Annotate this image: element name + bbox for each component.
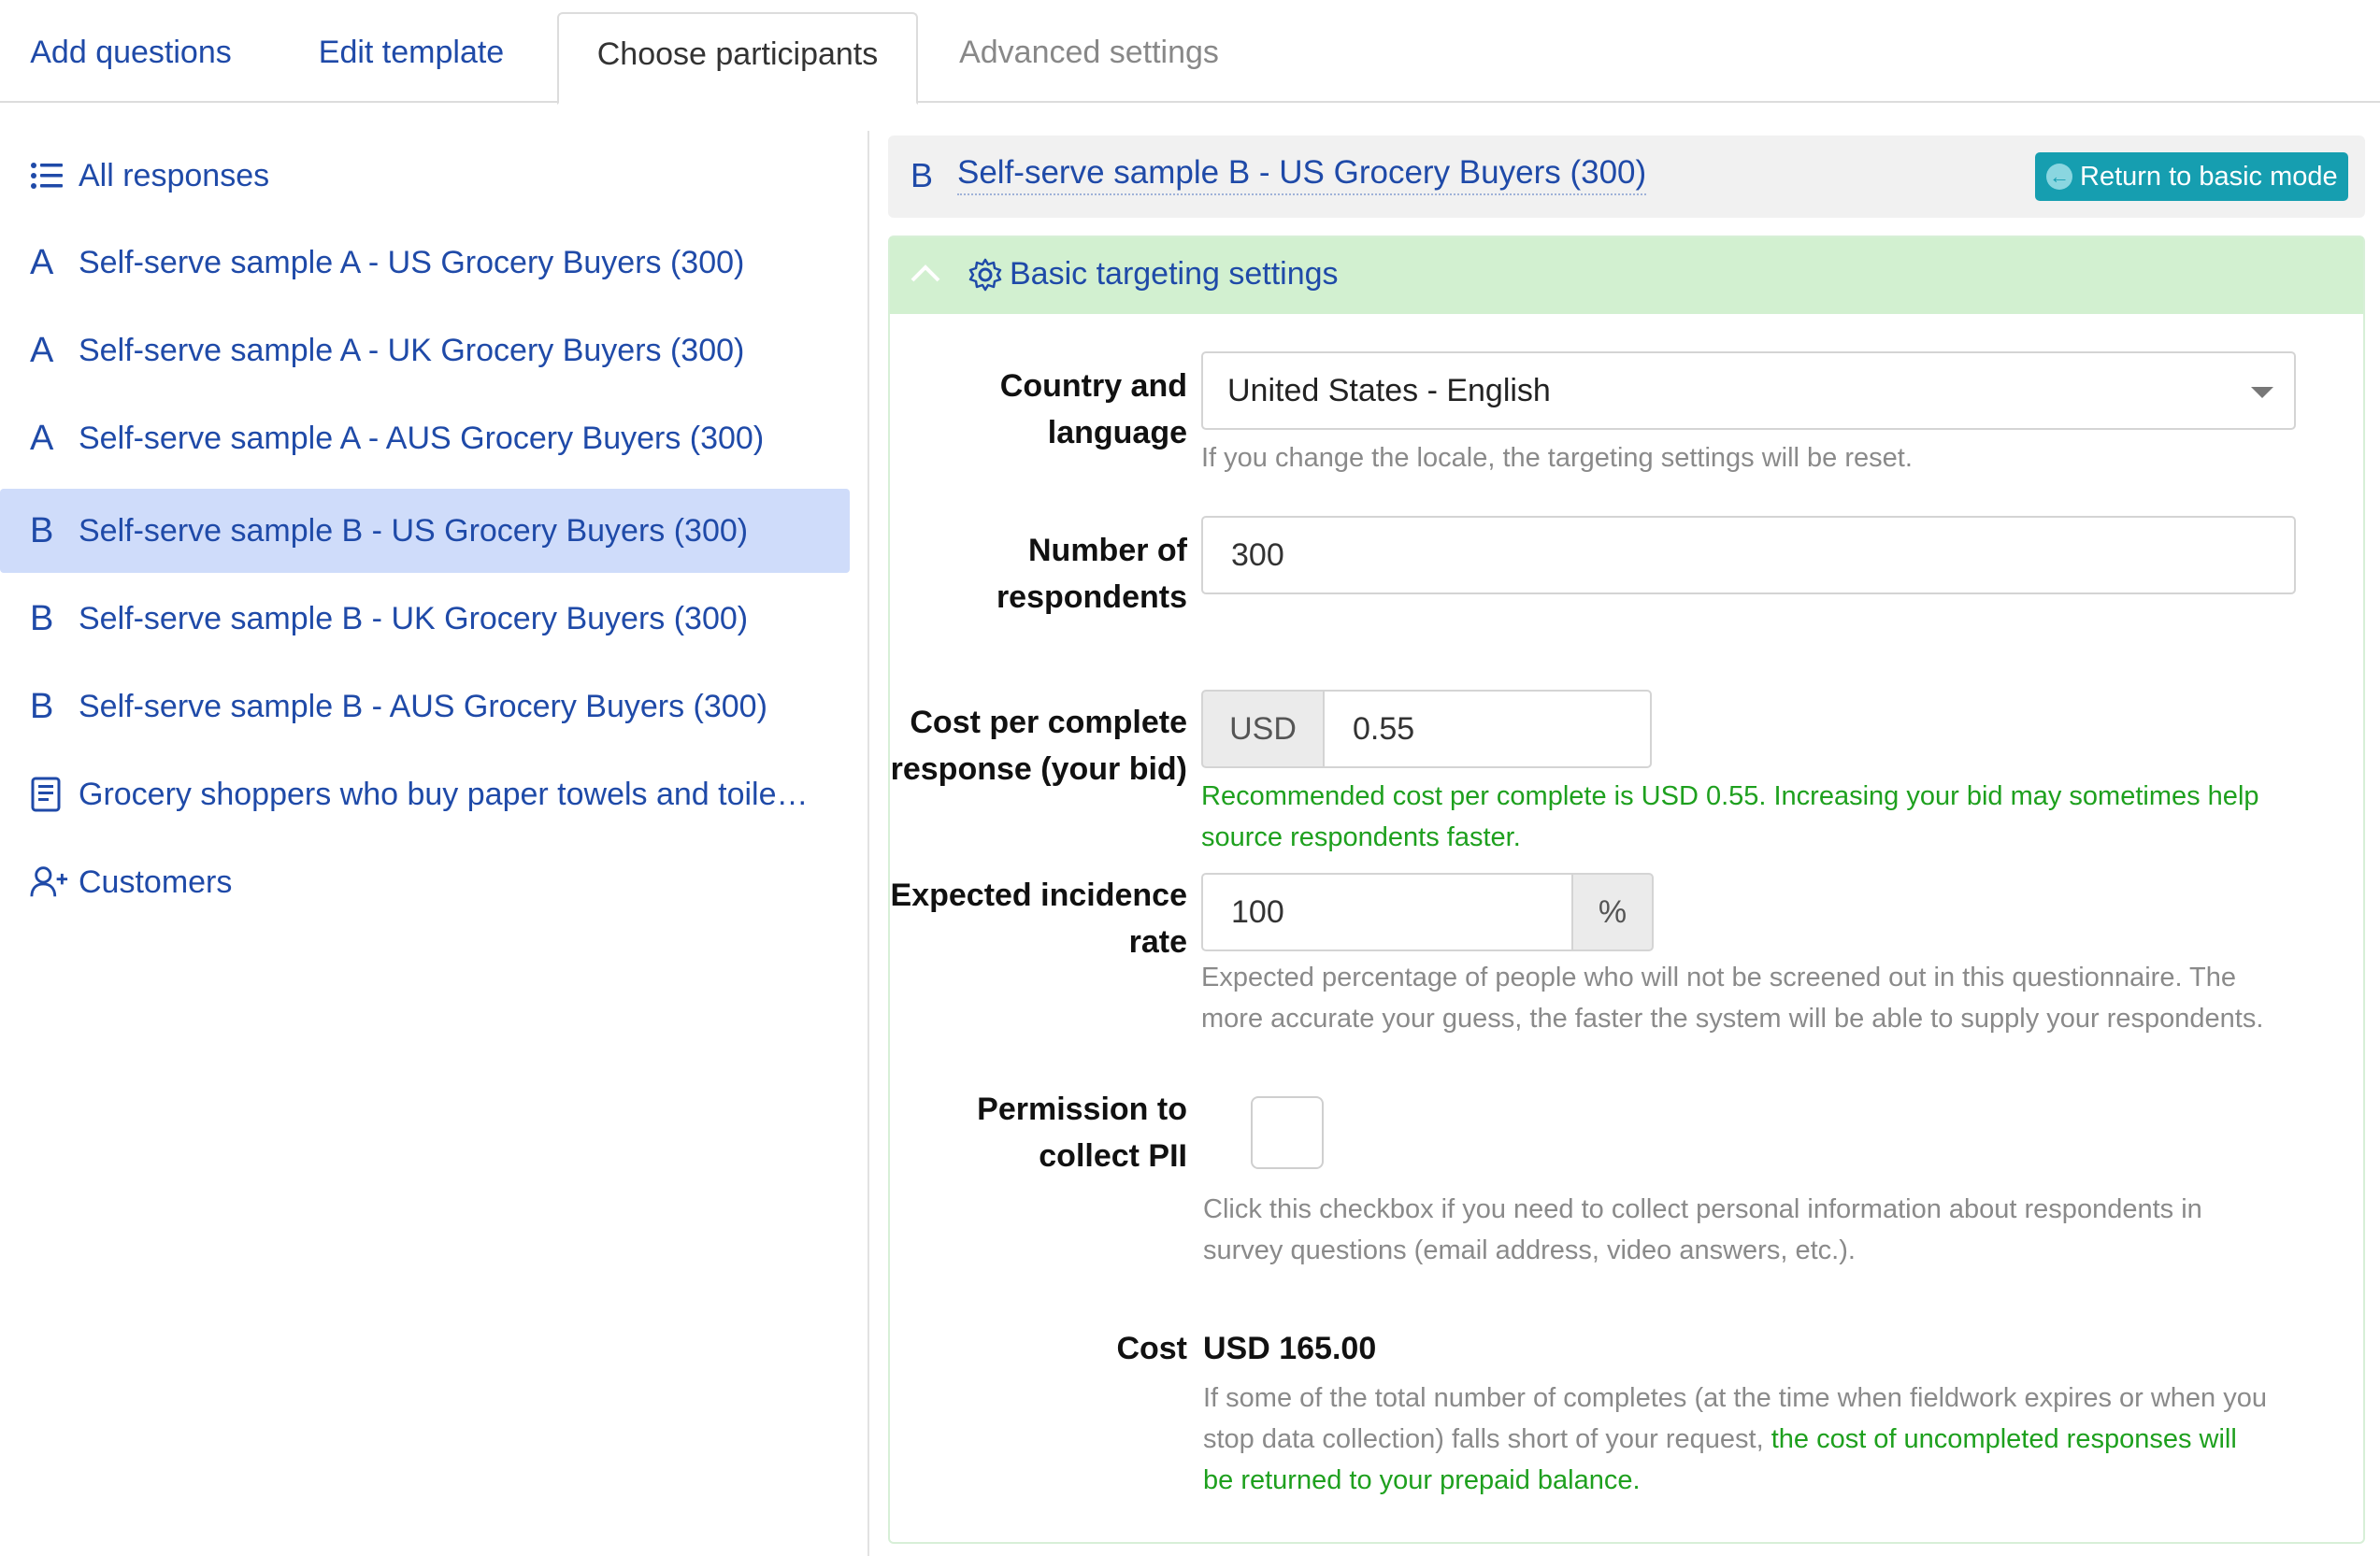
section-header[interactable]: Basic targeting settings [890, 237, 2363, 314]
sidebar-item-grocery-shoppers[interactable]: Grocery shoppers who buy paper towels an… [0, 752, 850, 836]
sidebar-item-sample-a-us[interactable]: A Self-serve sample A - US Grocery Buyer… [0, 221, 850, 305]
country-language-label: Country and language [999, 368, 1187, 450]
sidebar-item-customers[interactable]: Customers [0, 840, 850, 924]
incidence-input[interactable]: 100 [1201, 873, 1573, 951]
pii-label: Permission to collect PII [977, 1092, 1187, 1174]
section-title: Basic targeting settings [1010, 256, 1339, 292]
sidebar: All responses A Self-serve sample A - US… [0, 131, 869, 1556]
tab-edit-template[interactable]: Edit template [280, 12, 542, 105]
basic-targeting-section: Basic targeting settings Country and lan… [888, 236, 2365, 1544]
tab-advanced-settings[interactable]: Advanced settings [935, 12, 1243, 105]
sidebar-item-label: Self-serve sample A - US Grocery Buyers … [79, 244, 745, 280]
list-icon [30, 161, 69, 191]
sidebar-item-sample-a-aus[interactable]: A Self-serve sample A - AUS Grocery Buye… [0, 396, 850, 480]
cpc-value: 0.55 [1353, 710, 1415, 747]
sidebar-item-label: Self-serve sample B - UK Grocery Buyers … [79, 600, 749, 636]
sidebar-item-sample-b-uk[interactable]: B Self-serve sample B - UK Grocery Buyer… [0, 577, 850, 661]
arrow-left-circle-icon: ← [2046, 164, 2072, 190]
sidebar-item-label: Grocery shoppers who buy paper towels an… [79, 776, 809, 812]
letter-b-icon: B [30, 686, 54, 726]
cpc-input[interactable]: 0.55 [1323, 690, 1652, 768]
document-icon [30, 777, 69, 812]
respondents-value: 300 [1231, 536, 1284, 573]
letter-a-icon: A [30, 330, 54, 370]
tab-add-questions[interactable]: Add questions [0, 12, 262, 105]
sidebar-item-label: Self-serve sample B - AUS Grocery Buyers… [79, 688, 767, 724]
percent-addon: % [1571, 873, 1654, 951]
cost-label: Cost [1116, 1331, 1187, 1366]
letter-a-icon: A [30, 242, 54, 282]
chevron-down-icon [2251, 387, 2273, 398]
chevron-up-icon[interactable] [907, 256, 944, 293]
incidence-help-text: Expected percentage of people who will n… [1201, 963, 2264, 1034]
incidence-value: 100 [1231, 893, 1284, 930]
cost-value: USD 165.00 [1203, 1331, 1377, 1366]
incidence-label: Expected incidence rate [890, 878, 1187, 960]
return-to-basic-mode-button[interactable]: ← Return to basic mode [2035, 152, 2348, 201]
cost-help-text: If some of the total number of completes… [1203, 1383, 2267, 1495]
sidebar-item-label: Self-serve sample A - UK Grocery Buyers … [79, 332, 745, 368]
cpc-recommendation-text: Recommended cost per complete is USD 0.5… [1201, 781, 2259, 852]
gear-icon [968, 258, 1002, 292]
sidebar-item-sample-b-us[interactable]: B Self-serve sample B - US Grocery Buyer… [0, 489, 850, 573]
country-language-value: United States - English [1227, 372, 1551, 408]
letter-a-icon: A [30, 418, 54, 458]
pii-checkbox[interactable] [1251, 1096, 1324, 1169]
sidebar-item-label: Customers [79, 864, 233, 900]
sidebar-item-label: Self-serve sample B - US Grocery Buyers … [79, 512, 749, 549]
letter-b-icon: B [30, 510, 54, 550]
sample-header: B Self-serve sample B - US Grocery Buyer… [888, 136, 2365, 218]
pii-help-text: Click this checkbox if you need to colle… [1203, 1194, 2202, 1265]
cpc-label: Cost per complete response (your bid) [890, 705, 1187, 787]
sidebar-item-all-responses[interactable]: All responses [0, 134, 850, 218]
letter-b-icon: B [910, 156, 934, 194]
tab-choose-participants[interactable]: Choose participants [557, 12, 918, 105]
sidebar-item-sample-b-aus[interactable]: B Self-serve sample B - AUS Grocery Buye… [0, 664, 850, 749]
sample-title[interactable]: Self-serve sample B - US Grocery Buyers … [957, 154, 1647, 195]
country-help-text: If you change the locale, the targeting … [1201, 443, 1913, 473]
sidebar-item-label: All responses [79, 157, 270, 193]
country-language-select[interactable]: United States - English [1201, 351, 2296, 430]
currency-addon: USD [1201, 690, 1325, 768]
sidebar-item-label: Self-serve sample A - AUS Grocery Buyers… [79, 420, 765, 456]
return-button-label: Return to basic mode [2080, 161, 2338, 192]
respondents-label: Number of respondents [996, 533, 1187, 615]
add-user-icon [30, 865, 69, 899]
tab-bar: Add questions Edit template Choose parti… [0, 0, 2380, 105]
sidebar-item-sample-a-uk[interactable]: A Self-serve sample A - UK Grocery Buyer… [0, 308, 850, 393]
letter-b-icon: B [30, 598, 54, 638]
respondents-input[interactable]: 300 [1201, 516, 2296, 594]
